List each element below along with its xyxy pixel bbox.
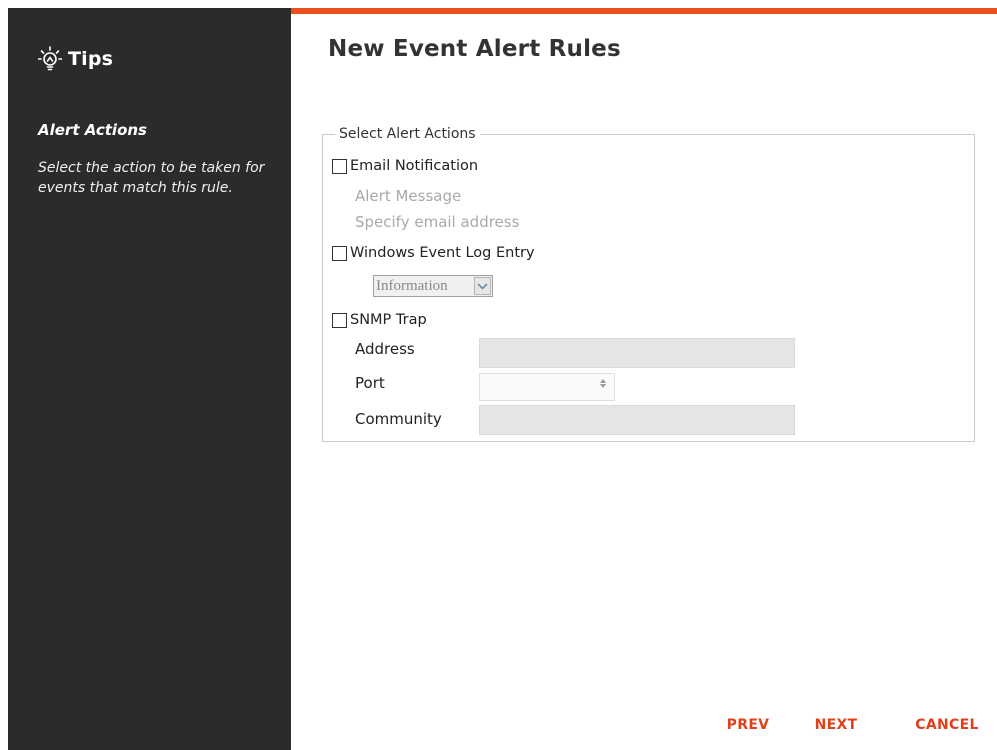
snmp-trap-checkbox[interactable]	[332, 312, 347, 328]
event-level-select[interactable]: Information	[373, 275, 493, 297]
snmp-port-stepper[interactable]	[479, 373, 615, 401]
snmp-address-input[interactable]	[479, 338, 795, 368]
prev-button[interactable]: PREV	[718, 716, 778, 734]
alert-actions-legend: Select Alert Actions	[335, 126, 480, 143]
snmp-trap-label: SNMP Trap	[350, 312, 427, 328]
email-notification-option[interactable]: Email Notification	[332, 158, 478, 174]
alert-message-label: Alert Message	[355, 187, 462, 205]
tip-body: Select the action to be taken for events…	[38, 160, 265, 196]
page-title: New Event Alert Rules	[328, 36, 621, 62]
email-notification-label: Email Notification	[350, 158, 479, 174]
snmp-trap-option[interactable]: SNMP Trap	[332, 312, 427, 328]
tips-sidebar: Tips Alert Actions Select the action to …	[8, 8, 291, 750]
windows-event-log-checkbox[interactable]	[332, 245, 347, 261]
cancel-button[interactable]: CANCEL	[906, 716, 988, 734]
email-address-label: Specify email address	[355, 213, 520, 231]
lightbulb-icon	[38, 46, 62, 71]
accent-bar	[291, 8, 997, 14]
snmp-community-label: Community	[355, 410, 442, 428]
snmp-community-input[interactable]	[479, 405, 795, 435]
stepper-arrows-icon[interactable]	[600, 379, 606, 388]
tips-title: Tips	[68, 48, 114, 70]
snmp-port-label: Port	[355, 374, 385, 392]
windows-event-log-label: Windows Event Log Entry	[350, 245, 535, 261]
email-notification-checkbox[interactable]	[332, 158, 347, 174]
tips-header: Tips	[38, 46, 113, 72]
snmp-address-label: Address	[355, 340, 415, 358]
event-level-value: Information	[376, 277, 448, 294]
windows-event-log-option[interactable]: Windows Event Log Entry	[332, 245, 535, 261]
chevron-down-icon[interactable]	[474, 277, 491, 295]
next-button[interactable]: NEXT	[806, 716, 866, 734]
tip-heading: Alert Actions	[38, 121, 147, 139]
